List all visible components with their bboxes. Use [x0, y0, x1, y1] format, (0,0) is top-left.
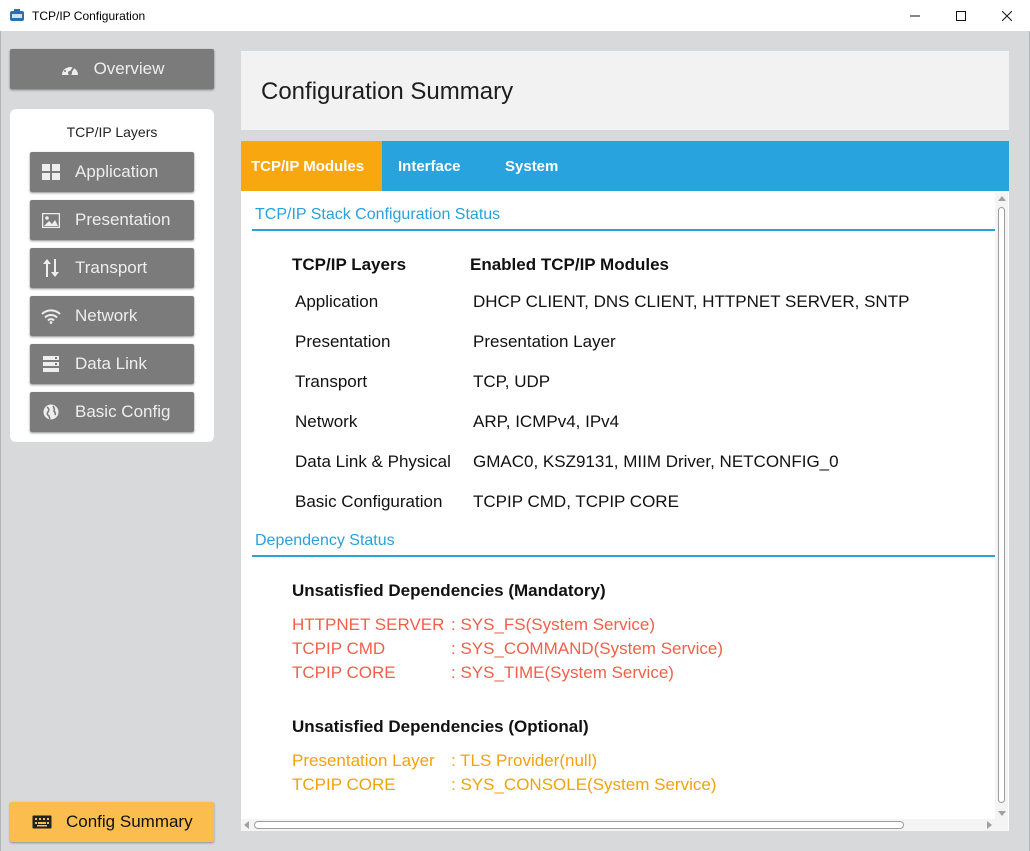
summary-content: TCP/IP Stack Configuration Status TCP/IP… — [241, 191, 1009, 831]
sidebar: Overview TCP/IP Layers Application Prese… — [0, 31, 221, 851]
tab-bar: TCP/IP Modules Interface System — [241, 141, 1009, 191]
tab-tcpip-modules[interactable]: TCP/IP Modules — [241, 141, 382, 191]
dependency-module: TCPIP CORE — [292, 775, 396, 794]
config-summary-label: Config Summary — [66, 812, 193, 831]
sidebar-item-label: Network — [75, 306, 138, 325]
scroll-up-icon[interactable] — [998, 196, 1006, 201]
table-row-layer: Network — [295, 412, 358, 431]
sidebar-item-transport[interactable]: Transport — [30, 248, 194, 288]
sidebar-item-label: Data Link — [75, 354, 147, 373]
table-row-modules: Presentation Layer — [473, 332, 616, 351]
tab-interface[interactable]: Interface — [382, 141, 489, 191]
config-summary-button[interactable]: Config Summary — [10, 802, 214, 842]
dependency-requirement: : SYS_FS(System Service) — [451, 615, 656, 634]
header-card: Configuration Summary — [241, 51, 1009, 130]
sidebar-item-network[interactable]: Network — [30, 296, 194, 336]
table-row-layer: Data Link & Physical — [295, 452, 451, 471]
table-row-modules: ARP, ICMPv4, IPv4 — [473, 412, 620, 431]
column-header-layers: TCP/IP Layers — [292, 255, 407, 274]
table-row-modules: TCPIP CMD, TCPIP CORE — [473, 492, 679, 511]
dependency-module: TCPIP CORE — [292, 663, 396, 682]
maximize-icon — [956, 10, 966, 21]
dependency-requirement: : TLS Provider(null) — [451, 751, 598, 770]
sidebar-item-label: Presentation — [75, 210, 171, 229]
mandatory-dependencies-heading: Unsatisfied Dependencies (Mandatory) — [292, 581, 606, 600]
sidebar-item-basic-config[interactable]: Basic Config — [30, 392, 194, 432]
scrollbar-corner — [995, 819, 1008, 831]
scroll-left-icon[interactable] — [244, 821, 249, 829]
keyboard-icon — [32, 815, 52, 829]
dependency-requirement: : SYS_TIME(System Service) — [451, 663, 674, 682]
sidebar-item-presentation[interactable]: Presentation — [30, 200, 194, 240]
app-logo-icon — [9, 8, 25, 24]
sidebar-item-application[interactable]: Application — [30, 152, 194, 192]
dependency-module: TCPIP CMD — [292, 639, 386, 658]
sidebar-item-label: Application — [75, 162, 159, 181]
horizontal-scrollbar[interactable] — [241, 819, 995, 831]
vertical-scrollbar[interactable] — [995, 193, 1008, 819]
scroll-down-icon[interactable] — [998, 811, 1006, 816]
wifi-icon — [41, 306, 61, 326]
layers-title: TCP/IP Layers — [66, 124, 158, 140]
horizontal-scroll-thumb[interactable] — [254, 821, 904, 829]
close-icon — [1002, 10, 1012, 21]
main-area: Configuration Summary TCP/IP Modules Int… — [221, 31, 1030, 851]
grid-icon — [41, 162, 61, 182]
sidebar-item-label: Transport — [75, 258, 148, 277]
overview-button[interactable]: Overview — [10, 49, 214, 89]
table-row-layer: Application — [295, 292, 379, 311]
vertical-scroll-thumb[interactable] — [998, 207, 1005, 803]
sidebar-item-data-link[interactable]: Data Link — [30, 344, 194, 384]
page-title: Configuration Summary — [261, 78, 514, 105]
tab-system[interactable]: System — [489, 141, 574, 191]
table-row-modules: GMAC0, KSZ9131, MIIM Driver, NETCONFIG_0 — [473, 452, 839, 471]
layers-panel: TCP/IP Layers Application Presentation T… — [10, 109, 214, 442]
window-title: TCP/IP Configuration — [32, 8, 146, 23]
dependency-section-title: Dependency Status — [255, 532, 395, 549]
maximize-button[interactable] — [938, 0, 984, 31]
dependency-requirement: : SYS_COMMAND(System Service) — [451, 639, 724, 658]
table-row-layer: Basic Configuration — [295, 492, 443, 511]
table-row-layer: Presentation — [295, 332, 391, 351]
speedometer-icon — [60, 60, 80, 78]
updown-arrows-icon — [41, 258, 61, 278]
dependency-module: Presentation Layer — [292, 751, 435, 770]
column-header-modules: Enabled TCP/IP Modules — [470, 255, 669, 274]
table-row-layer: Transport — [295, 372, 368, 391]
sidebar-item-label: Basic Config — [75, 402, 171, 421]
minimize-button[interactable] — [892, 0, 938, 31]
minimize-icon — [910, 15, 920, 16]
scroll-right-icon[interactable] — [987, 821, 992, 829]
table-row-modules: DHCP CLIENT, DNS CLIENT, HTTPNET SERVER,… — [473, 292, 910, 311]
dependency-requirement: : SYS_CONSOLE(System Service) — [451, 775, 717, 794]
globe-icon — [41, 402, 61, 422]
optional-dependencies-heading: Unsatisfied Dependencies (Optional) — [292, 717, 589, 736]
section-divider — [252, 229, 996, 231]
server-icon — [41, 354, 61, 374]
section-divider — [252, 555, 996, 557]
overview-label: Overview — [93, 59, 165, 78]
image-icon — [41, 210, 61, 230]
title-bar: TCP/IP Configuration — [0, 0, 1030, 31]
close-button[interactable] — [984, 0, 1030, 31]
table-row-modules: TCP, UDP — [473, 372, 551, 391]
dependency-module: HTTPNET SERVER — [292, 615, 445, 634]
stack-section-title: TCP/IP Stack Configuration Status — [255, 206, 501, 223]
